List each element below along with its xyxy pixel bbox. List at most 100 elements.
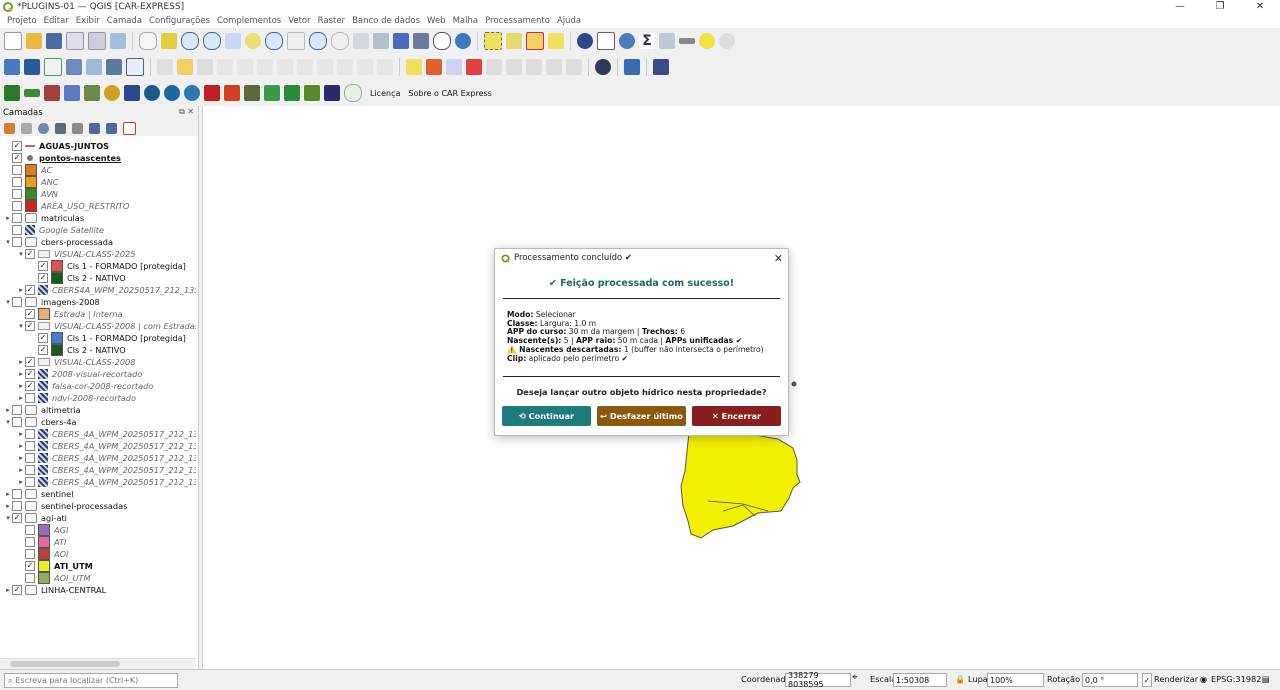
layer-tree-item[interactable]: AC — [4, 164, 52, 176]
move-feature-icon[interactable] — [257, 59, 273, 75]
crs-icon[interactable]: ◉ — [1200, 674, 1207, 684]
layer-visibility-checkbox[interactable] — [25, 453, 35, 463]
collapse-arrow-icon[interactable]: ▾ — [17, 250, 25, 258]
expand-arrow-icon[interactable]: ▸ — [4, 406, 12, 414]
layer-tree-item[interactable]: ▾ ✓ VISUAL-CLASS-2025 — [17, 248, 135, 260]
style-manager-icon[interactable] — [110, 33, 126, 49]
menu-web[interactable]: Web — [427, 16, 446, 26]
panel-float-close-icon[interactable]: ⧉ ✕ — [179, 107, 194, 117]
toggle-editing-icon[interactable] — [177, 59, 193, 75]
expand-arrow-icon[interactable]: ▸ — [4, 502, 12, 510]
bookmark-icon[interactable] — [393, 33, 409, 49]
data-source-manager-icon[interactable] — [4, 59, 20, 75]
undo-last-button[interactable]: ↩ Desfazer último — [597, 406, 686, 426]
current-edits-icon[interactable] — [157, 59, 173, 75]
close-button[interactable]: ✕ Encerrar — [692, 406, 781, 426]
render-checkbox[interactable]: ✓ — [1142, 673, 1152, 687]
magnifier-field[interactable]: 100% — [987, 673, 1044, 687]
expand-arrow-icon[interactable]: ▸ — [17, 286, 25, 294]
zoom-out-icon[interactable] — [203, 32, 221, 50]
layer-visibility-checkbox[interactable]: ✓ — [38, 345, 48, 355]
layer-visibility-checkbox[interactable] — [25, 465, 35, 475]
layer-visibility-checkbox[interactable] — [25, 549, 35, 559]
attribute-table-icon[interactable] — [597, 32, 615, 50]
plugin-tool-9-icon[interactable] — [204, 85, 220, 101]
layer-tree-item[interactable]: AOI — [17, 548, 68, 560]
layer-tree-item[interactable]: ▸ sentinel-processadas — [4, 500, 127, 512]
layer-tree-horizontal-scrollbar[interactable] — [0, 658, 196, 669]
zoom-layer-icon[interactable] — [265, 32, 283, 50]
plugin-tool-10-icon[interactable] — [224, 85, 240, 101]
layer-tree-item[interactable]: AOI_UTM — [17, 572, 91, 584]
layer-visibility-checkbox[interactable] — [12, 177, 22, 187]
scale-field[interactable]: 1:50308 — [893, 673, 947, 687]
layer-tree-item[interactable]: ▸ matriculas — [4, 212, 84, 224]
car-express-plugin-icon[interactable] — [4, 85, 20, 101]
label-toolbar-icon[interactable] — [406, 59, 422, 75]
layer-tree-item[interactable]: ▸ CBERS_4A_WPM_20250517_212_135_L — [17, 428, 196, 440]
expand-arrow-icon[interactable]: ▸ — [17, 466, 25, 474]
maximize-button[interactable]: ❐ — [1200, 0, 1240, 14]
delete-selected-icon[interactable] — [277, 59, 293, 75]
layer-tree-item[interactable]: ✓ Cls 1 - FORMADO [protegida] — [30, 260, 186, 272]
plugin-tool-8-icon[interactable] — [184, 85, 200, 101]
continue-button[interactable]: ⟲ Continuar — [502, 406, 591, 426]
plugin-tool-4-icon[interactable] — [104, 85, 120, 101]
layer-tree-item[interactable]: ✓ AGUAS-JUNTOS — [4, 140, 109, 152]
new-map-view-icon[interactable] — [353, 33, 369, 49]
layer-tree-item[interactable]: ▸ CBERS_4A_WPM_20250517_212_135_L — [17, 476, 196, 488]
layer-visibility-checkbox[interactable] — [12, 225, 22, 235]
identify-icon[interactable] — [577, 33, 593, 49]
layer-visibility-checkbox[interactable] — [25, 477, 35, 487]
layer-visibility-checkbox[interactable]: ✓ — [38, 273, 48, 283]
dialog-close-icon[interactable]: ✕ — [774, 252, 783, 265]
cut-icon[interactable] — [297, 59, 313, 75]
layer-tree-item[interactable]: ▸ CBERS_4A_WPM_20250517_212_135_L — [17, 464, 196, 476]
zoom-last-icon[interactable] — [309, 32, 327, 50]
expand-arrow-icon[interactable]: ▸ — [17, 382, 25, 390]
expand-arrow-icon[interactable]: ▸ — [17, 430, 25, 438]
layer-tree-item[interactable]: ▸ ndvi-2008-recortado — [17, 392, 136, 404]
plugin-tool-7-icon[interactable] — [164, 85, 180, 101]
expand-arrow-icon[interactable]: ▸ — [17, 370, 25, 378]
deselect-all-icon[interactable] — [526, 32, 544, 50]
extents-toggle-icon[interactable]: ⌖ — [852, 672, 858, 683]
zoom-full-icon[interactable] — [225, 33, 241, 49]
plugin-tool-2-icon[interactable] — [64, 85, 80, 101]
paste-icon[interactable] — [337, 59, 353, 75]
layer-tree-item[interactable]: ▾ ✓ VISUAL-CLASS-2008 | com Estradas — [17, 320, 196, 332]
menu-exibir[interactable]: Exibir — [76, 16, 100, 26]
layer-tree-item[interactable]: ▸ ✓ falsa-cor-2008-recortado — [17, 380, 153, 392]
layer-visibility-checkbox[interactable]: ✓ — [12, 153, 22, 163]
pan-to-selection-icon[interactable] — [161, 33, 177, 49]
crs-label[interactable]: EPSG:31982 — [1211, 674, 1261, 684]
layer-visibility-checkbox[interactable]: ✓ — [12, 513, 22, 523]
new-virtual-layer-icon[interactable] — [106, 59, 122, 75]
plugin-tool-15-icon[interactable] — [324, 85, 340, 101]
close-window-button[interactable]: ✕ — [1240, 0, 1280, 14]
annotation-icon[interactable] — [719, 33, 735, 49]
layer-visibility-checkbox[interactable] — [25, 393, 35, 403]
gps-tracker-icon[interactable] — [595, 59, 611, 75]
temporal-controller-icon[interactable] — [433, 32, 451, 50]
about-car-express-link[interactable]: Sobre o CAR Express — [408, 89, 491, 98]
rotate-label-icon[interactable] — [506, 59, 522, 75]
coordinate-field[interactable]: 338279 8038595 — [785, 671, 851, 689]
layer-visibility-checkbox[interactable]: ✓ — [25, 561, 35, 571]
statistics-sigma-icon[interactable]: Σ — [639, 33, 655, 49]
map-tips-icon[interactable] — [699, 33, 715, 49]
change-label-icon[interactable] — [526, 59, 542, 75]
collapse-arrow-icon[interactable]: ▾ — [17, 322, 25, 330]
locator-search-input[interactable]: ⌕ Escreva para localizar (Ctrl+K) — [4, 673, 178, 688]
manage-map-themes-icon[interactable] — [38, 122, 49, 134]
collapse-arrow-icon[interactable]: ▾ — [4, 298, 12, 306]
layer-tree-item[interactable]: ▸ altimetria — [4, 404, 81, 416]
layer-tree-item[interactable]: Google Satellite — [4, 224, 104, 236]
vertex-tool-icon[interactable] — [237, 59, 253, 75]
layer-tree-item[interactable]: ✓ Cls 2 - NATIVO — [30, 344, 126, 356]
zoom-in-icon[interactable] — [181, 32, 199, 50]
nascente-point[interactable] — [791, 381, 797, 387]
layer-visibility-checkbox[interactable]: ✓ — [12, 141, 22, 151]
layer-visibility-checkbox[interactable] — [12, 405, 22, 415]
layer-tree-item[interactable]: ✓ Cls 1 - FORMADO [protegida] — [30, 332, 186, 344]
